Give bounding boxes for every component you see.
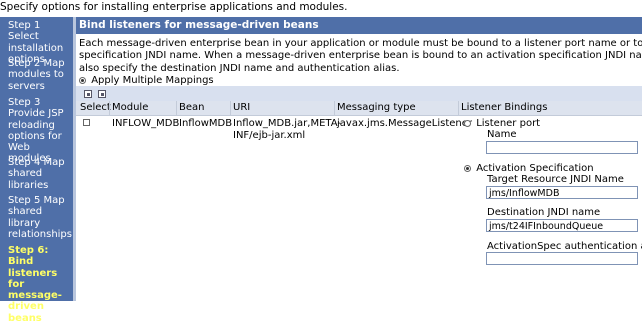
- step-6-line-2: listeners for: [8, 267, 58, 290]
- activation-spec-radio[interactable]: [464, 164, 471, 172]
- step-5-line-3: library: [8, 217, 41, 229]
- listener-port-name-input[interactable]: [486, 141, 638, 154]
- wizard-steps-sidebar: Step 1 Select installation options Step …: [0, 17, 73, 324]
- table-toolbar: [76, 86, 642, 101]
- cell-uri: Inflow_MDB.jar,META- INF/ejb-jar.xml: [233, 118, 341, 141]
- activation-spec-option[interactable]: Activation Specification: [464, 163, 594, 174]
- listener-port-option[interactable]: Listener port: [464, 118, 540, 129]
- listener-port-radio[interactable]: [464, 119, 471, 127]
- apply-multiple-mappings-label: Apply Multiple Mappings: [91, 75, 214, 86]
- step-6-line-5: beans: [8, 312, 42, 324]
- listener-port-label: Listener port: [476, 118, 541, 129]
- step-4-line-1: Step 4 Map: [8, 157, 65, 168]
- col-divider: [458, 101, 459, 115]
- col-header-listener-bindings: Listener Bindings: [461, 102, 548, 113]
- step-5-line-1: Step 5 Map: [8, 195, 65, 206]
- main-panel: Bind listeners for message-driven beans …: [76, 17, 642, 301]
- name-label: Name: [487, 129, 517, 140]
- select-all-icon[interactable]: [84, 90, 92, 98]
- step-2-line-2: modules to: [8, 69, 64, 81]
- table-header: Select Module Bean URI Messaging type Li…: [76, 101, 642, 116]
- col-divider: [109, 101, 110, 115]
- col-header-module: Module: [112, 102, 149, 113]
- col-header-uri: URI: [233, 102, 251, 113]
- step-3-line-4: options for: [8, 130, 62, 142]
- col-divider: [334, 101, 335, 115]
- step-2-link[interactable]: Step 2 Map modules to servers: [8, 58, 72, 92]
- col-header-bean: Bean: [179, 102, 205, 113]
- col-divider: [230, 101, 231, 115]
- deselect-all-icon[interactable]: [98, 90, 106, 98]
- step-6-line-4: driven: [8, 301, 44, 313]
- step-3-link[interactable]: Step 3 Provide JSP reloading options for…: [8, 97, 72, 165]
- step-1-line-1: Step 1 Select: [8, 20, 41, 43]
- destination-jndi-input[interactable]: jms/t24IFInboundQueue: [486, 219, 638, 232]
- section-title: Bind listeners for message-driven beans: [76, 17, 642, 34]
- col-header-select: Select: [80, 102, 111, 113]
- auth-alias-input[interactable]: [486, 252, 638, 265]
- target-jndi-input[interactable]: jms/InflowMDB: [486, 186, 638, 199]
- col-divider: [176, 101, 177, 115]
- destination-jndi-label: Destination JNDI name: [487, 207, 601, 218]
- cell-bean: InflowMDB: [179, 118, 233, 129]
- step-5-line-4: relationships: [8, 228, 72, 240]
- auth-alias-label: ActivationSpec authentication alias: [487, 241, 642, 252]
- section-description: Each message-driven enterprise bean in y…: [79, 38, 642, 74]
- step-5-link[interactable]: Step 5 Map shared library relationships: [8, 195, 72, 240]
- target-jndi-label: Target Resource JNDI Name: [487, 174, 624, 185]
- activation-spec-label: Activation Specification: [476, 163, 594, 174]
- step-6-line-3: message-: [8, 290, 62, 302]
- step-3-line-1: Step 3: [8, 97, 41, 108]
- col-header-messaging-type: Messaging type: [337, 102, 416, 113]
- step-2-line-3: servers: [8, 80, 45, 92]
- page-intro-text: Specify options for installing enterpris…: [0, 1, 348, 13]
- step-6-line-1: Step 6: Bind: [8, 245, 49, 268]
- step-6-current: Step 6: Bind listeners for message- driv…: [8, 245, 72, 324]
- cell-module: INFLOW_MDB: [112, 118, 180, 129]
- step-1-line-2: installation: [8, 42, 64, 54]
- step-5-line-2: shared: [8, 206, 43, 218]
- row-select-checkbox[interactable]: [83, 119, 90, 126]
- expand-toggle-icon[interactable]: [79, 76, 86, 84]
- apply-multiple-mappings[interactable]: Apply Multiple Mappings: [79, 75, 214, 86]
- cell-messaging-type: javax.jms.MessageListener: [337, 118, 473, 129]
- step-3-line-3: reloading: [8, 119, 55, 131]
- step-4-link[interactable]: Step 4 Map shared libraries: [8, 157, 72, 191]
- step-4-line-3: libraries: [8, 179, 49, 191]
- step-2-line-1: Step 2 Map: [8, 58, 65, 69]
- step-4-line-2: shared: [8, 168, 43, 180]
- step-3-line-2: Provide JSP: [8, 108, 64, 120]
